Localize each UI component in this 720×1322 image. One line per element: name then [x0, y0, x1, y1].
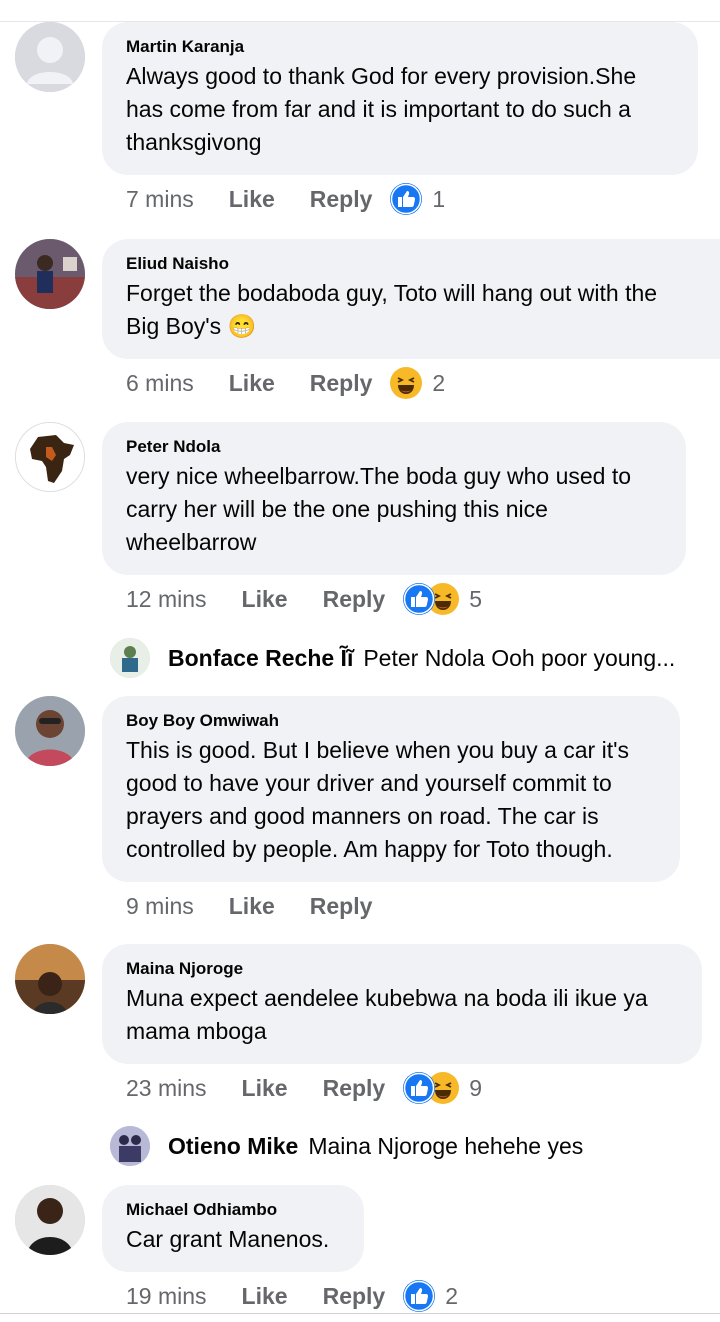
comment-text: Car grant Manenos. — [126, 1226, 330, 1252]
reply-button[interactable]: Reply — [310, 186, 373, 213]
reaction-count: 5 — [469, 585, 483, 612]
comment-bubble: Boy Boy Omwiwah This is good. But I beli… — [102, 696, 680, 882]
comment-text: Always good to thank God for every provi… — [126, 63, 637, 155]
comment-actions: 12 mins Like Reply 5 — [126, 582, 482, 616]
like-reaction-icon — [403, 1280, 436, 1312]
comment-bubble: Martin Karanja Always good to thank God … — [102, 22, 698, 175]
reply-button[interactable]: Reply — [323, 1075, 386, 1102]
comment-text: Muna expect aendelee kubebwa na boda ili… — [126, 985, 648, 1044]
comment-text: Forget the bodaboda guy, Toto will hang … — [126, 280, 658, 339]
reply-avatar — [110, 1126, 150, 1166]
like-button[interactable]: Like — [229, 186, 275, 213]
reaction-count: 2 — [445, 1282, 459, 1309]
default-avatar[interactable] — [15, 22, 85, 92]
reply-button[interactable]: Reply — [323, 586, 386, 613]
reaction-count: 9 — [469, 1074, 483, 1101]
comment-timestamp[interactable]: 23 mins — [126, 1075, 207, 1102]
reply-button[interactable]: Reply — [310, 370, 373, 397]
reply-button[interactable]: Reply — [310, 893, 373, 920]
user-avatar[interactable] — [15, 696, 85, 766]
haha-reaction-icon — [390, 367, 423, 399]
comment-bubble: Eliud Naisho Forget the bodaboda guy, To… — [102, 239, 720, 359]
user-avatar[interactable] — [15, 944, 85, 1014]
comment-timestamp[interactable]: 6 mins — [126, 370, 194, 397]
reaction-summary[interactable]: 1 — [390, 183, 445, 215]
reaction-summary[interactable]: 9 — [403, 1072, 482, 1104]
like-button[interactable]: Like — [242, 586, 288, 613]
comment-actions: 9 mins Like Reply — [126, 889, 372, 923]
like-button[interactable]: Like — [242, 1075, 288, 1102]
reaction-summary[interactable]: 2 — [390, 367, 445, 399]
reaction-summary[interactable]: 5 — [403, 583, 482, 615]
like-reaction-icon — [403, 583, 436, 615]
reply-button[interactable]: Reply — [323, 1283, 386, 1310]
reply-preview[interactable]: Bonface Reche Ĩĩ Peter Ndola Ooh poor yo… — [110, 636, 675, 680]
comment-timestamp[interactable]: 12 mins — [126, 586, 207, 613]
comment-timestamp[interactable]: 19 mins — [126, 1283, 207, 1310]
comment-text: This is good. But I believe when you buy… — [126, 737, 629, 862]
comment-author[interactable]: Eliud Naisho — [126, 253, 696, 275]
comment-author[interactable]: Boy Boy Omwiwah — [126, 710, 656, 732]
like-reaction-icon — [403, 1072, 436, 1104]
comment-timestamp[interactable]: 9 mins — [126, 893, 194, 920]
like-button[interactable]: Like — [242, 1283, 288, 1310]
comment-bubble: Michael Odhiambo Car grant Manenos. — [102, 1185, 364, 1272]
comment-author[interactable]: Martin Karanja — [126, 36, 674, 58]
reaction-count: 2 — [432, 369, 446, 396]
reaction-count: 1 — [432, 185, 446, 212]
comment-actions: 23 mins Like Reply 9 — [126, 1071, 482, 1105]
comment-actions: 6 mins Like Reply 2 — [126, 366, 445, 400]
like-button[interactable]: Like — [229, 370, 275, 397]
comment-timestamp[interactable]: 7 mins — [126, 186, 194, 213]
reply-text: Peter Ndola Ooh poor young... — [363, 644, 676, 671]
user-avatar[interactable] — [15, 1185, 85, 1255]
comment-text: very nice wheelbarrow.The boda guy who u… — [126, 463, 632, 555]
comment-bubble: Maina Njoroge Muna expect aendelee kubeb… — [102, 944, 702, 1064]
comment-author[interactable]: Peter Ndola — [126, 436, 662, 458]
reply-author[interactable]: Bonface Reche Ĩĩ — [168, 645, 353, 672]
comment-actions: 19 mins Like Reply 2 — [126, 1279, 458, 1313]
comment-author[interactable]: Maina Njoroge — [126, 958, 678, 980]
comment-author[interactable]: Michael Odhiambo — [126, 1199, 340, 1221]
reply-avatar — [110, 638, 150, 678]
bottom-divider — [0, 1313, 720, 1314]
like-reaction-icon — [390, 183, 423, 215]
comment-bubble: Peter Ndola very nice wheelbarrow.The bo… — [102, 422, 686, 575]
reply-text: Maina Njoroge hehehe yes — [308, 1132, 584, 1159]
like-button[interactable]: Like — [229, 893, 275, 920]
comment-actions: 7 mins Like Reply 1 — [126, 182, 445, 216]
reply-author[interactable]: Otieno Mike — [168, 1133, 298, 1160]
reply-preview[interactable]: Otieno Mike Maina Njoroge hehehe yes — [110, 1124, 583, 1168]
reaction-summary[interactable]: 2 — [403, 1280, 458, 1312]
africa-map-avatar[interactable] — [15, 422, 85, 492]
user-avatar[interactable] — [15, 239, 85, 309]
